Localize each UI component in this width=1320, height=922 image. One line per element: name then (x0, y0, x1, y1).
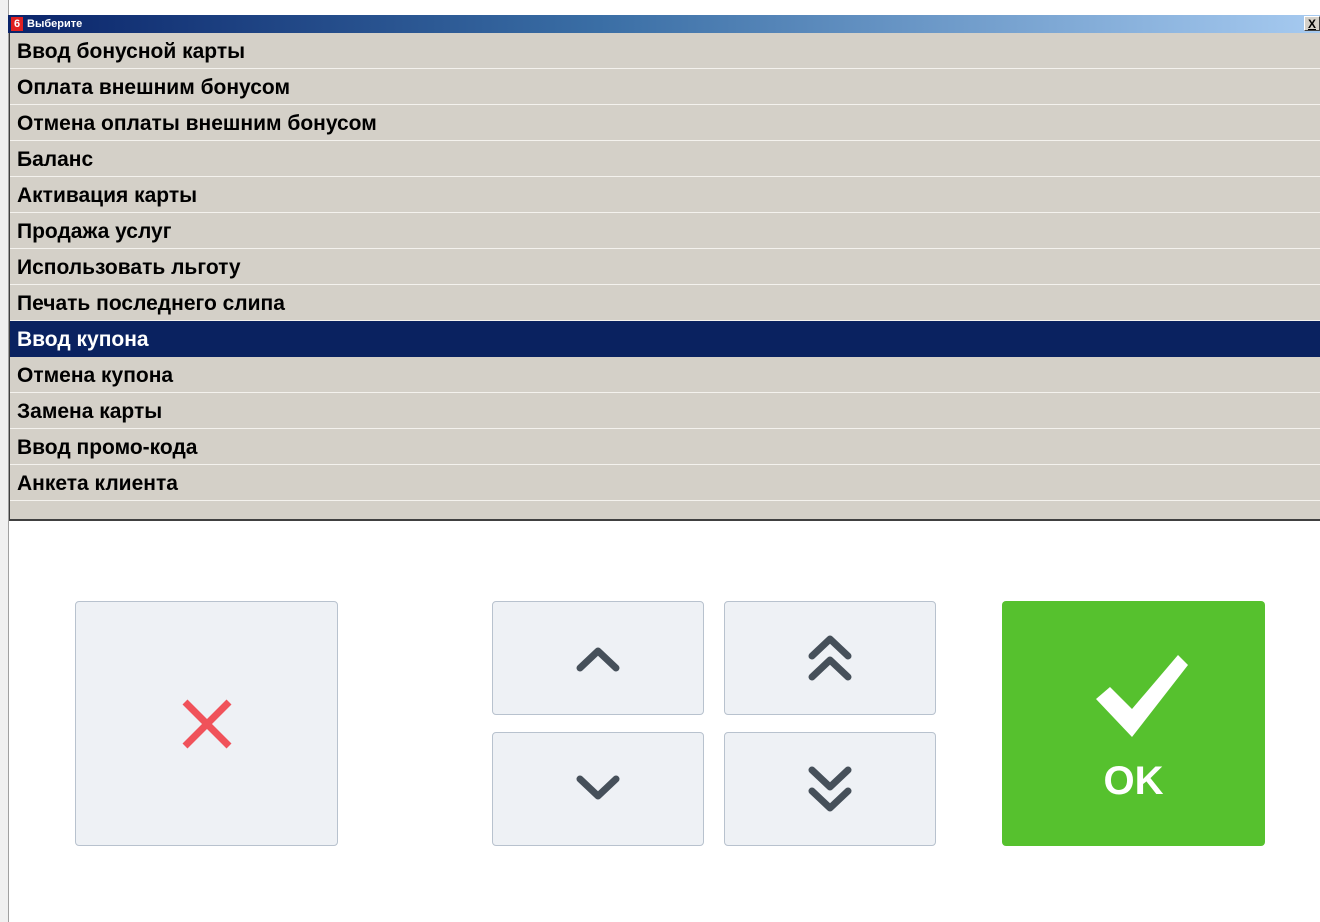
window-title: Выберите (27, 18, 83, 30)
title-bar: 6 Выберите X (8, 15, 1320, 33)
close-button[interactable]: X (1304, 16, 1320, 31)
checkmark-icon (1096, 655, 1188, 737)
list-item[interactable]: Ввод бонусной карты (10, 33, 1320, 69)
chevron-up-icon (576, 647, 620, 672)
list-item[interactable]: Печать последнего слипа (10, 285, 1320, 321)
scroll-up-button[interactable] (492, 601, 704, 715)
page-up-button[interactable] (724, 601, 936, 715)
page-down-button[interactable] (724, 732, 936, 846)
list-item[interactable]: Замена карты (10, 393, 1320, 429)
ok-button[interactable]: OK (1002, 601, 1265, 846)
double-chevron-down-icon (808, 766, 852, 812)
menu-list[interactable]: Ввод бонусной карты Оплата внешним бонус… (9, 33, 1320, 521)
list-item[interactable]: Использовать льготу (10, 249, 1320, 285)
title-badge: 6 (11, 17, 23, 31)
list-item[interactable]: Оплата внешним бонусом (10, 69, 1320, 105)
double-chevron-up-icon (808, 635, 852, 681)
scroll-down-button[interactable] (492, 732, 704, 846)
list-item[interactable]: Продажа услуг (10, 213, 1320, 249)
chevron-down-icon (576, 775, 620, 800)
list-item[interactable]: Отмена оплаты внешним бонусом (10, 105, 1320, 141)
list-item[interactable]: Активация карты (10, 177, 1320, 213)
list-item[interactable]: Баланс (10, 141, 1320, 177)
cancel-button[interactable] (75, 601, 338, 846)
list-item[interactable]: Ввод промо-кода (10, 429, 1320, 465)
window-left-border (0, 0, 9, 922)
ok-label: OK (1103, 759, 1164, 803)
list-item[interactable]: Отмена купона (10, 357, 1320, 393)
close-icon (182, 699, 231, 748)
list-item-selected[interactable]: Ввод купона (10, 321, 1320, 357)
list-item[interactable]: Анкета клиента (10, 465, 1320, 501)
